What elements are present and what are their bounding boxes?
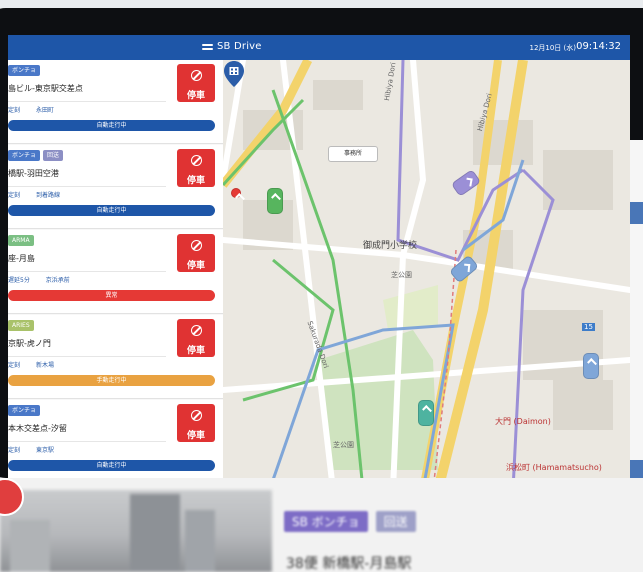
prohibit-icon [190, 240, 202, 251]
schedule-status: 定刻 [8, 107, 21, 114]
status-time: 09:14:32 [576, 41, 621, 52]
route-label: 橋駅-羽田空港 [8, 169, 59, 178]
vehicle-marker-icon[interactable] [583, 353, 599, 379]
vehicle-card[interactable]: ボンチョ 本木交差点-汐留 定刻 東京駅 停車 自動走行中 [8, 400, 223, 484]
status-bar: SB Drive 12月10日 (水) 09:14:32 [8, 35, 630, 60]
building-shape [185, 510, 215, 572]
vehicle-card[interactable]: ボンチョ 島ビル-東京駅交差点 定刻 永田町 停車 自動走行中 [8, 60, 223, 144]
prohibit-icon [190, 70, 202, 81]
stop-button-label: 停車 [186, 431, 205, 441]
vehicle-card[interactable]: ボンチョ 回送 橋駅-羽田空港 定刻 到着路線 停車 自動走行中 [8, 145, 223, 229]
schedule-status: 定刻 [8, 447, 21, 454]
drive-mode-bar: 手動走行中 [8, 375, 215, 386]
meta-row: 定刻 新木場 [8, 360, 68, 369]
vehicle-tag: ARIES [8, 320, 34, 331]
stop-button-label: 停車 [186, 91, 205, 101]
background-photo [0, 490, 272, 572]
location-pin-icon[interactable] [223, 60, 245, 88]
divider [8, 356, 166, 357]
status-date: 12月10日 (水) [529, 44, 576, 52]
drive-mode-bar: 自動走行中 [8, 120, 215, 131]
menu-icon[interactable] [202, 43, 213, 51]
route-label: 島ビル-東京駅交差点 [8, 84, 83, 93]
tag-row: ボンチョ [8, 65, 41, 76]
next-stop: 永田町 [35, 107, 54, 114]
background-tag-row: SB ボンチョ 回送 [284, 511, 416, 532]
vehicle-tag: ボンチョ [8, 65, 41, 76]
meta-row: 定刻 到着路線 [8, 190, 74, 199]
background-bar [630, 202, 643, 224]
vehicle-marker-icon[interactable] [267, 188, 283, 214]
next-stop: 京浜承前 [45, 277, 70, 284]
route-label: 本木交差点-汐留 [8, 424, 67, 433]
divider [8, 271, 166, 272]
stop-button[interactable]: 停車 [177, 64, 215, 102]
vehicle-list: ボンチョ 島ビル-東京駅交差点 定刻 永田町 停車 自動走行中 ボンチョ 回送 [8, 60, 224, 490]
vehicle-marker-icon[interactable] [418, 400, 434, 426]
meta-row: 遅延5分 京浜承前 [8, 275, 84, 284]
school-label: 御成門小学校 [363, 241, 418, 251]
building-shape [10, 520, 50, 572]
station-label: 大門 (Daimon) [495, 417, 551, 426]
vehicle-tag: ARMA [8, 235, 34, 246]
stop-button[interactable]: 停車 [177, 234, 215, 272]
tag-row: ボンチョ 回送 [8, 150, 64, 161]
background-tag: SB ボンチョ [284, 511, 368, 532]
divider [8, 101, 166, 102]
next-stop: 到着路線 [35, 192, 60, 199]
drive-mode-bar: 自動走行中 [8, 205, 215, 216]
stop-button-label: 停車 [186, 346, 205, 356]
office-callout: 事務所 [328, 146, 378, 162]
schedule-status: 定刻 [8, 362, 21, 369]
vehicle-card[interactable]: ARIES 京駅-虎ノ門 定刻 新木場 停車 手動走行中 [8, 315, 223, 399]
tag-row: ARIES [8, 320, 34, 331]
background-tag: 回送 [375, 511, 416, 532]
tag-row: ARMA [8, 235, 34, 246]
park-label: 芝公園 [391, 271, 412, 279]
drive-mode-bar: 自動走行中 [8, 460, 215, 471]
prohibit-icon [190, 410, 202, 421]
route-sign: 15 [582, 323, 595, 331]
stop-button[interactable]: 停車 [177, 319, 215, 357]
prohibit-icon [190, 155, 202, 166]
stop-button[interactable]: 停車 [177, 404, 215, 442]
route-label: 座-月島 [8, 254, 35, 263]
station-label: 浜松町 (Hamamatsucho) [506, 463, 602, 472]
vehicle-tag: 回送 [43, 150, 64, 161]
background-route: 38便 新橋駅-月島駅 [286, 556, 412, 572]
next-stop: 東京駅 [35, 447, 54, 454]
next-stop: 新木場 [35, 362, 54, 369]
vehicle-tag: ボンチョ [8, 150, 41, 161]
vehicle-card[interactable]: ARMA 座-月島 遅延5分 京浜承前 停車 異常 [8, 230, 223, 314]
meta-row: 定刻 永田町 [8, 105, 68, 114]
stop-button-label: 停車 [186, 261, 205, 271]
app-title: SB Drive [202, 41, 262, 52]
app-title-text: SB Drive [217, 41, 262, 52]
schedule-status: 遅延5分 [8, 277, 30, 284]
drive-mode-bar: 異常 [8, 290, 215, 301]
divider [8, 441, 166, 442]
map-view[interactable]: 御成門小学校 芝公園 芝公園 Hibiya Dori Hibiya Dori S… [223, 60, 630, 490]
alert-marker-icon[interactable] [231, 188, 241, 198]
vehicle-tag: ボンチョ [8, 405, 41, 416]
meta-row: 定刻 東京駅 [8, 445, 68, 454]
divider [8, 186, 166, 187]
background-monitor [630, 140, 643, 482]
route-label: 京駅-虎ノ門 [8, 339, 51, 348]
schedule-status: 定刻 [8, 192, 21, 199]
park-label: 芝公園 [333, 441, 354, 449]
stop-button-label: 停車 [186, 176, 205, 186]
stop-button[interactable]: 停車 [177, 149, 215, 187]
building-shape [130, 494, 180, 572]
tag-row: ボンチョ [8, 405, 41, 416]
photo-scene: SB Drive 12月10日 (水) 09:14:32 ボンチョ 島ビル-東京… [0, 0, 643, 572]
prohibit-icon [190, 325, 202, 336]
tablet-screen: SB Drive 12月10日 (水) 09:14:32 ボンチョ 島ビル-東京… [8, 35, 630, 490]
